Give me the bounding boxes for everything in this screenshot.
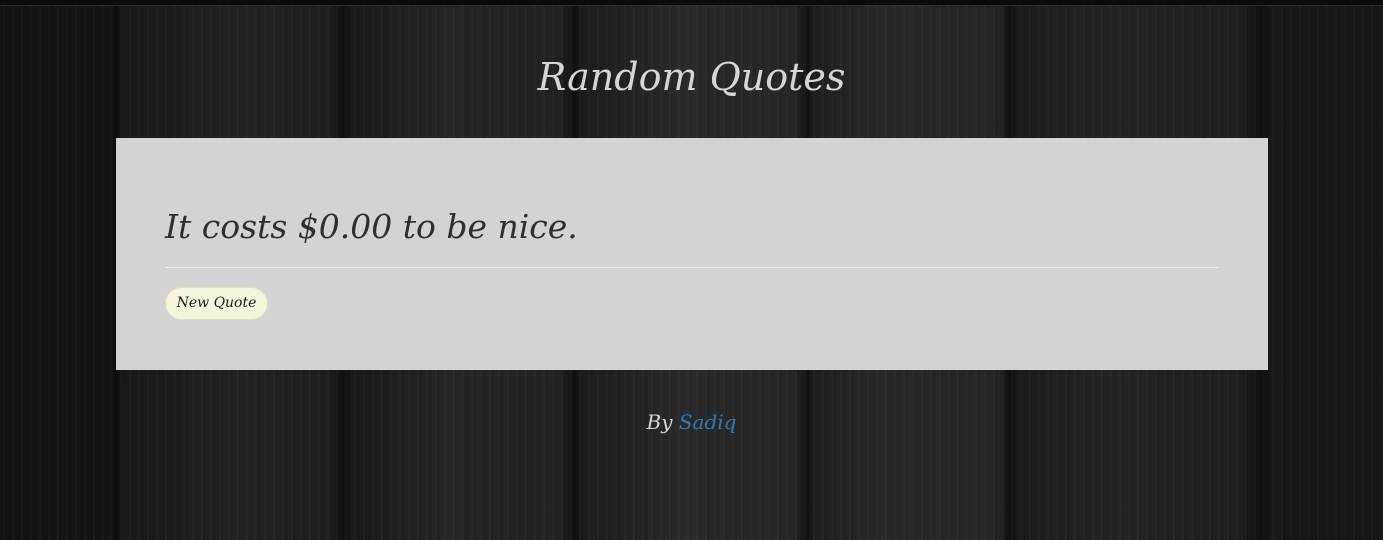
top-bar xyxy=(0,0,1383,6)
footer-by-label: By xyxy=(646,410,673,434)
footer-credit: By Sadiq xyxy=(0,408,1383,436)
quote-card: It costs $0.00 to be nice. New Quote xyxy=(116,138,1268,370)
new-quote-button[interactable]: New Quote xyxy=(165,287,268,320)
quote-divider xyxy=(165,267,1218,268)
page-title: Random Quotes xyxy=(537,55,846,99)
quote-text: It costs $0.00 to be nice. xyxy=(165,207,578,246)
author-link[interactable]: Sadiq xyxy=(679,410,737,434)
